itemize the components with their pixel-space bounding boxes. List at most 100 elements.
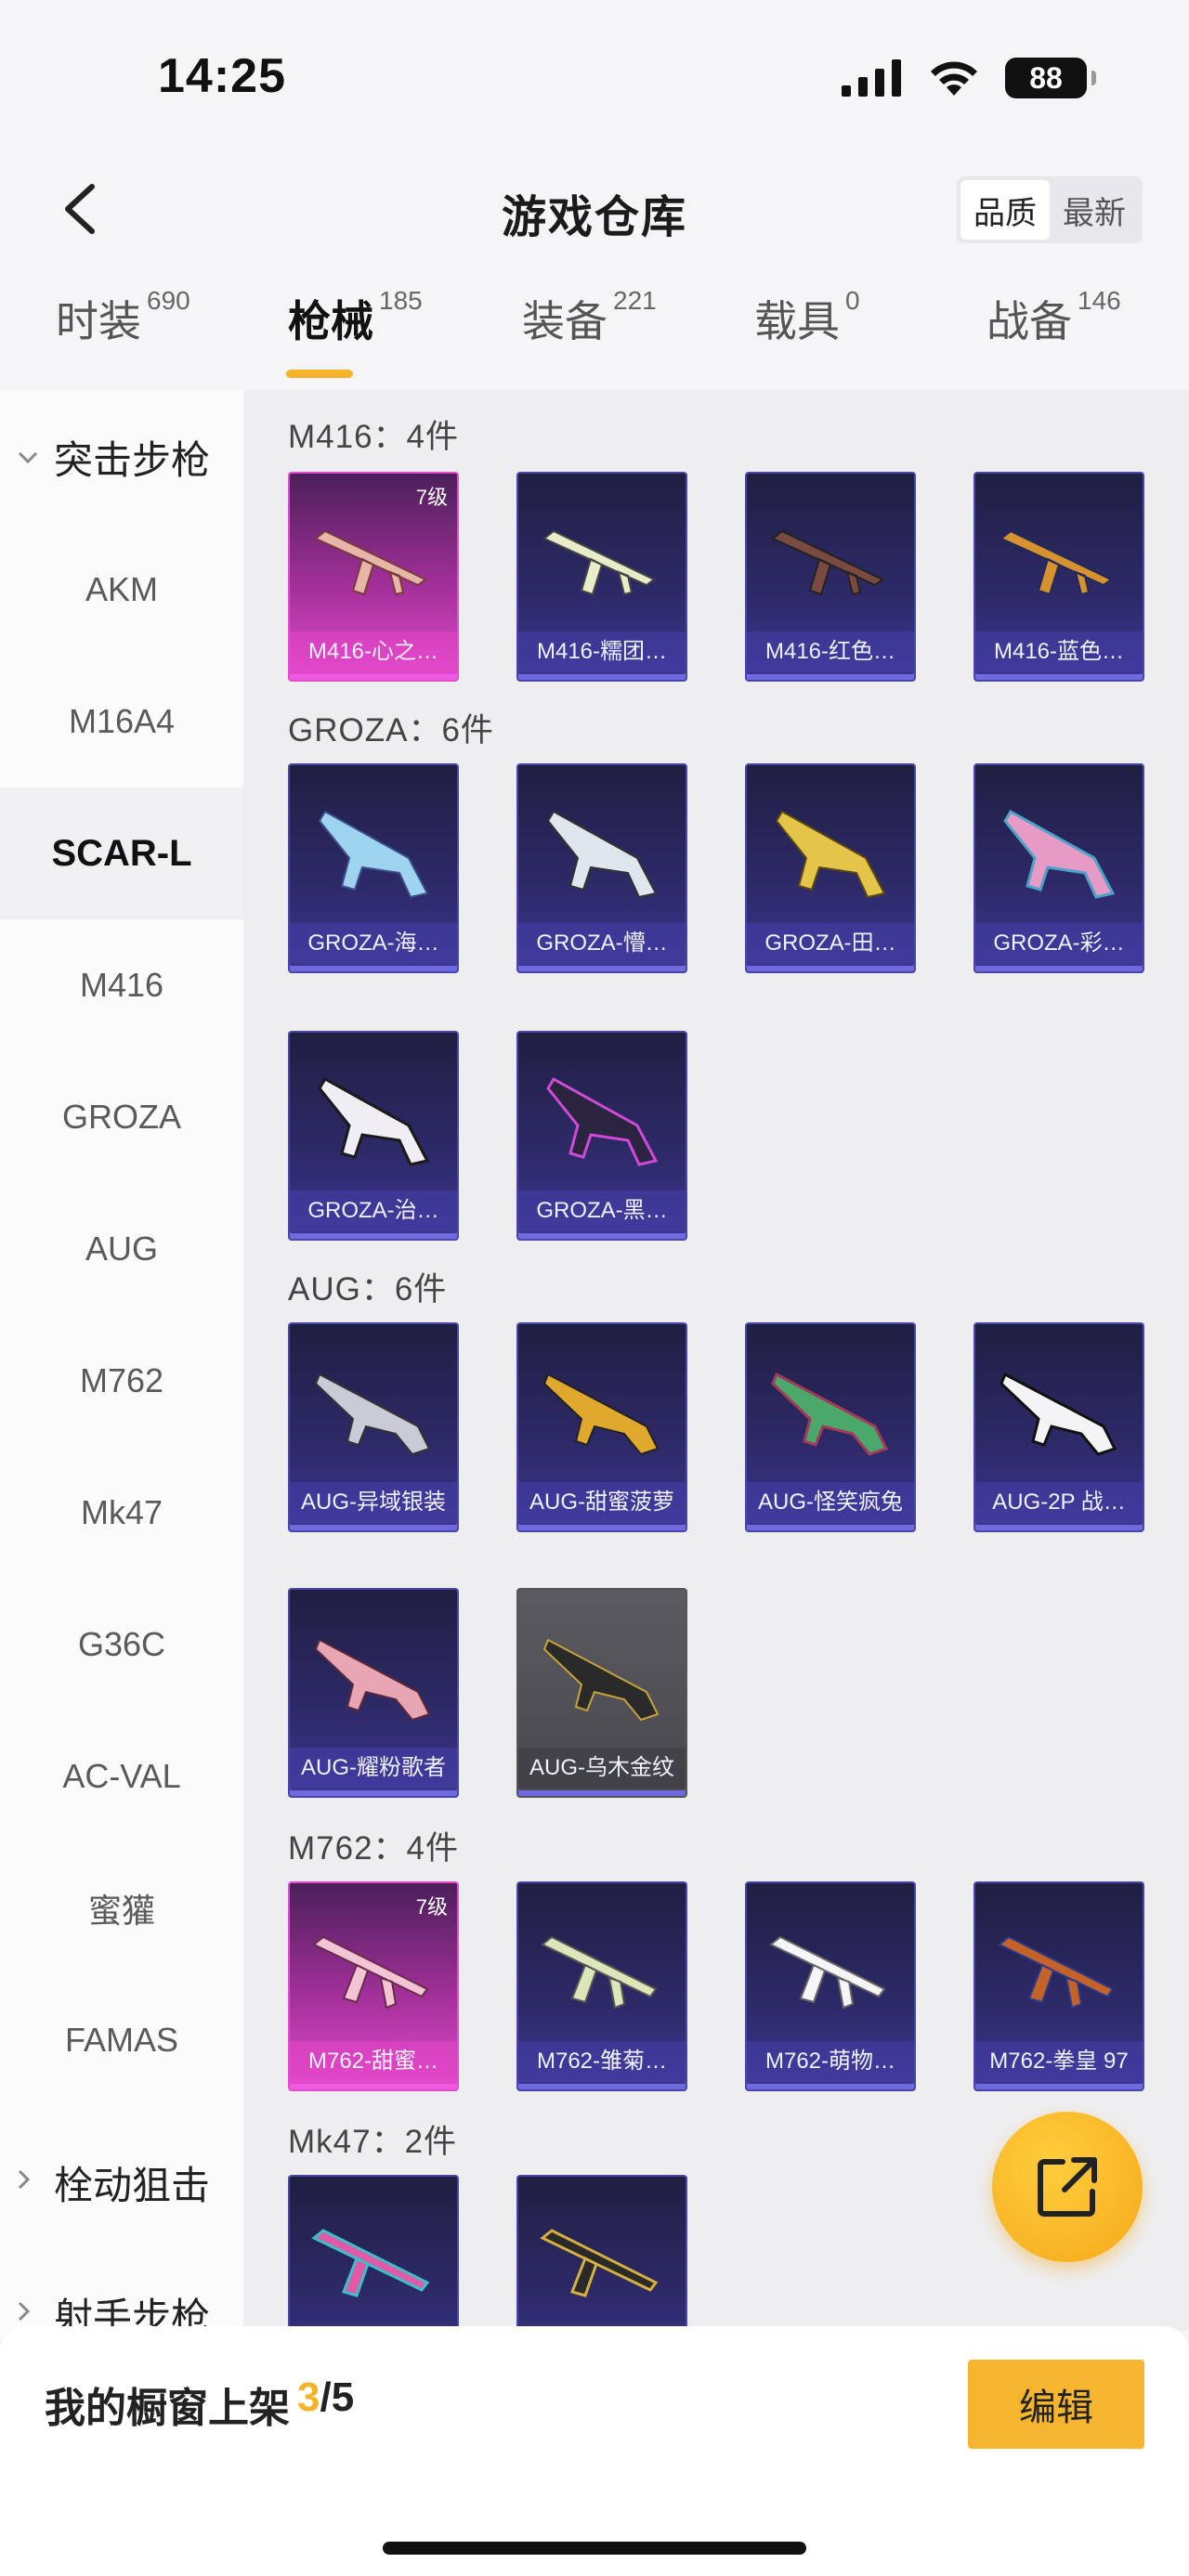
tab-count: 146 — [1078, 286, 1121, 315]
rifle-icon — [1000, 1372, 1117, 1456]
rifle-icon — [998, 1935, 1115, 2010]
item-name: GROZA-海… — [290, 923, 457, 964]
item-name: M762-甜蜜… — [290, 2041, 457, 2082]
bottom-bar: 我的橱窗上架 3 /5 编辑 — [0, 2326, 1189, 2576]
item-card[interactable]: GROZA-海… — [288, 763, 459, 973]
rifle-icon — [1003, 809, 1116, 899]
item-card[interactable]: AUG-2P 战… — [973, 1322, 1144, 1532]
rifle-icon — [314, 1373, 431, 1456]
rifle-icon — [542, 1373, 660, 1456]
rifle-icon — [541, 1935, 658, 2010]
rifle-icon — [314, 1638, 431, 1722]
item-card[interactable]: GROZA-田… — [745, 763, 916, 973]
tab-battle-gear[interactable]: 战备 146 — [986, 286, 1121, 349]
sidebar-group-label: 突击步枪 — [54, 437, 211, 482]
tab-equipment[interactable]: 装备 221 — [522, 286, 657, 349]
sidebar-item-m16a4[interactable]: M16A4 — [0, 656, 243, 787]
rifle-icon — [318, 810, 429, 899]
item-card[interactable]: AUG-怪笑疯兔 — [745, 1322, 916, 1532]
section-title-m762: M762：4件 — [288, 1830, 460, 1867]
battery-indicator: 88 — [1005, 58, 1096, 98]
item-name: AUG-耀粉歌者 — [290, 1748, 457, 1789]
item-card[interactable]: AUG-异域银装 — [288, 1322, 459, 1532]
rifle-icon — [1000, 529, 1113, 596]
item-card[interactable]: GROZA-彩… — [973, 763, 1144, 973]
item-name: AUG-2P 战… — [975, 1482, 1143, 1523]
sort-newest-button[interactable]: 最新 — [1050, 180, 1139, 240]
rifle-icon — [769, 1935, 886, 2010]
tab-label: 枪械 — [288, 297, 373, 345]
item-card[interactable]: M762-萌物… — [745, 1881, 916, 2091]
item-name: M416-糯团… — [518, 631, 686, 672]
rifle-icon — [540, 2229, 659, 2297]
sort-quality-button[interactable]: 品质 — [960, 180, 1050, 240]
sidebar-item-aug[interactable]: AUG — [0, 1183, 243, 1315]
tab-vehicles[interactable]: 载具 0 — [754, 286, 860, 349]
active-tab-indicator — [286, 370, 353, 378]
tab-label: 载具 — [754, 297, 840, 345]
chevron-right-icon — [17, 2167, 54, 2197]
item-name: M762-萌物… — [747, 2041, 914, 2082]
item-card[interactable] — [516, 2175, 687, 2331]
showcase-label: 我的橱窗上架 — [45, 2386, 290, 2431]
sidebar-item-ac-val[interactable]: AC-VAL — [0, 1711, 243, 1842]
rifle-icon — [312, 1935, 429, 2010]
rifle-icon — [311, 2229, 430, 2297]
item-card[interactable]: GROZA-懵… — [516, 763, 687, 973]
tab-label: 战备 — [986, 297, 1072, 345]
item-card[interactable]: AUG-甜蜜菠萝 — [516, 1322, 687, 1532]
item-name: M762-拳皇 97 — [975, 2041, 1143, 2082]
item-name: GROZA-懵… — [518, 923, 686, 964]
status-bar: 14:25 88 — [0, 0, 1189, 139]
item-name: GROZA-治… — [290, 1190, 457, 1231]
item-card[interactable]: 7级 M762-甜蜜… — [288, 1881, 459, 2091]
tab-fashion[interactable]: 时装 690 — [56, 286, 190, 349]
sidebar-item-m416[interactable]: M416 — [0, 919, 243, 1051]
item-name: AUG-乌木金纹 — [518, 1748, 686, 1789]
showcase-status: 我的橱窗上架 3 /5 — [45, 2374, 354, 2434]
sidebar-group-assault-rifles[interactable]: 突击步枪 — [0, 410, 243, 503]
sidebar-item-mk47[interactable]: Mk47 — [0, 1447, 243, 1579]
item-level: 7级 — [415, 1895, 448, 1919]
status-icons: 88 — [842, 58, 1096, 98]
item-name: M416-心之… — [290, 631, 457, 672]
item-card[interactable]: AUG-乌木金纹 — [516, 1588, 687, 1798]
sidebar-item-scar-l[interactable]: SCAR-L — [0, 787, 243, 919]
sidebar-item-honey-badger[interactable]: 蜜獾 — [0, 1842, 243, 1974]
item-name: M416-蓝色… — [975, 631, 1143, 672]
item-card[interactable] — [288, 2175, 459, 2331]
tab-count: 690 — [147, 286, 190, 315]
item-card[interactable]: M416-蓝色… — [973, 472, 1144, 682]
item-name: AUG-异域银装 — [290, 1482, 457, 1523]
rifle-icon — [771, 529, 884, 596]
item-name: AUG-怪笑疯兔 — [747, 1482, 914, 1523]
share-button[interactable] — [992, 2112, 1143, 2262]
tab-guns[interactable]: 枪械 185 — [288, 286, 423, 349]
sidebar-item-groza[interactable]: GROZA — [0, 1051, 243, 1183]
rifle-icon — [546, 1076, 659, 1166]
tab-count: 221 — [613, 286, 657, 315]
sidebar-item-famas[interactable]: FAMAS — [0, 1974, 243, 2106]
sidebar-item-m762[interactable]: M762 — [0, 1315, 243, 1447]
showcase-total: /5 — [320, 2374, 355, 2420]
item-card[interactable]: AUG-耀粉歌者 — [288, 1588, 459, 1798]
sidebar-item-g36c[interactable]: G36C — [0, 1579, 243, 1711]
sidebar-item-akm[interactable]: AKM — [0, 524, 243, 656]
item-level: 7级 — [415, 486, 448, 509]
item-card[interactable]: GROZA-黑… — [516, 1031, 687, 1241]
rifle-icon — [775, 810, 886, 899]
edit-button[interactable]: 编辑 — [968, 2360, 1144, 2449]
item-card[interactable]: M416-糯团… — [516, 472, 687, 682]
sidebar-group-bolt-action[interactable]: 栓动狙击 — [0, 2136, 243, 2229]
item-card[interactable]: 7级 M416-心之… — [288, 472, 459, 682]
sidebar: 突击步枪 AKM M16A4 SCAR-L M416 GROZA AUG M76… — [0, 390, 243, 2340]
section-title-m416: M416：4件 — [288, 419, 460, 455]
item-name: AUG-甜蜜菠萝 — [518, 1482, 686, 1523]
item-card[interactable]: GROZA-治… — [288, 1031, 459, 1241]
item-card[interactable]: M416-红色… — [745, 472, 916, 682]
showcase-count: 3 — [297, 2374, 320, 2420]
item-card[interactable]: M762-雏菊… — [516, 1881, 687, 2091]
status-time: 14:25 — [158, 49, 286, 103]
item-card[interactable]: M762-拳皇 97 — [973, 1881, 1144, 2091]
item-name: GROZA-田… — [747, 923, 914, 964]
